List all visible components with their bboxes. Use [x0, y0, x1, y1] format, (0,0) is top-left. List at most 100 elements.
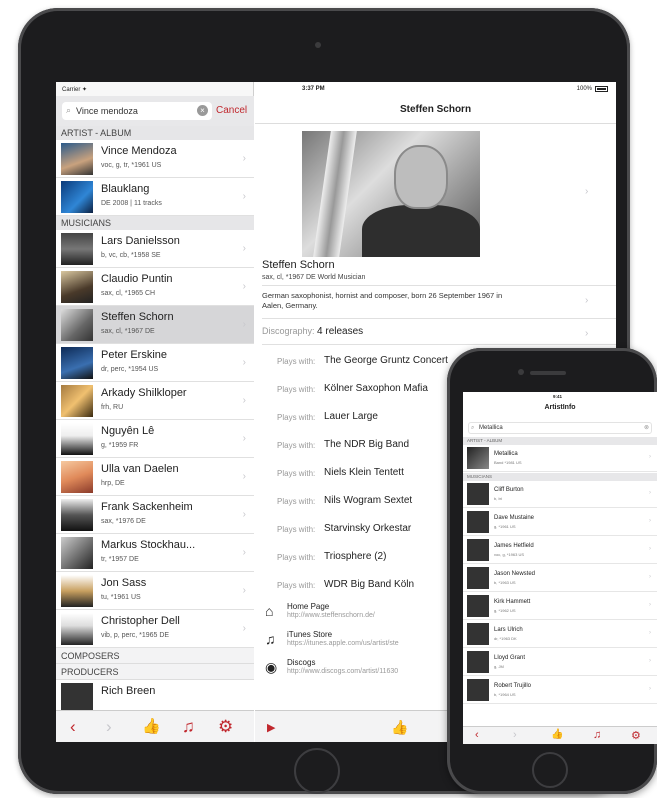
music-button[interactable]: ♫	[593, 729, 601, 741]
settings-button[interactable]: ⚙	[218, 717, 233, 737]
clear-search-icon[interactable]: ⊗	[644, 423, 649, 433]
back-button[interactable]: ‹	[475, 729, 479, 741]
list-item[interactable]: Metallica Band *1981 US ›	[463, 445, 657, 472]
section-header-artist-album: ARTIST - ALBUM	[463, 437, 657, 445]
cancel-button[interactable]: Cancel	[216, 105, 247, 116]
search-icon: ⌕	[66, 105, 72, 115]
search-query: Vince mendoza	[76, 106, 138, 116]
table-row-selected[interactable]: Steffen Schorn sax, cl, *1967 DE ›	[56, 306, 254, 344]
home-icon: ⌂	[265, 603, 274, 619]
list-item[interactable]: Blauklang DE 2008 | 11 tracks ›	[56, 178, 254, 216]
status-bar: 9:41	[463, 392, 657, 402]
artist-details: sax, cl, *1967 DE World Musician	[262, 274, 366, 281]
avatar	[61, 385, 93, 417]
list-item-sub: g, JM	[494, 664, 504, 669]
itunes-icon: ♫	[265, 631, 276, 647]
list-item-sub: tr, *1957 DE	[101, 556, 139, 563]
chevron-right-icon: ›	[242, 623, 246, 634]
table-row[interactable]: Dave Mustaine g, *1961 US ›	[463, 509, 657, 536]
link-title: iTunes Store	[287, 630, 333, 639]
master-pane: Carrier ✦ ⌕ Vince mendoza × Cancel ARTIS…	[56, 82, 254, 742]
list-item-name: Peter Erskine	[101, 349, 168, 361]
table-row[interactable]: James Hetfield voc, g, *1963 US ›	[463, 537, 657, 564]
table-row[interactable]: Robert Trujillo b, *1964 US ›	[463, 677, 657, 704]
status-time: 9:41	[553, 394, 563, 399]
list-item-name: Lars Ulrich	[494, 627, 523, 633]
back-button[interactable]: ‹	[70, 717, 76, 737]
table-row[interactable]: Claudio Puntin sax, cl, *1965 CH ›	[56, 268, 254, 306]
table-row[interactable]: Peter Erskine dr, perc, *1954 US ›	[56, 344, 254, 382]
plays-with-value: The George Gruntz Concert	[324, 355, 448, 366]
play-button[interactable]: ▶	[267, 721, 275, 734]
artist-photo[interactable]	[302, 131, 480, 257]
iphone-device: 9:41 ArtistInfo ⌕ Metallica ⊗ ARTIST - A…	[447, 348, 657, 794]
search-input[interactable]: ⌕ Metallica ⊗	[468, 422, 652, 434]
list-item-name: Ulla van Daelen	[101, 463, 179, 475]
battery-icon	[595, 86, 608, 92]
chevron-right-icon: ›	[649, 602, 651, 608]
plays-with-label: Plays with:	[277, 441, 316, 450]
discography-row[interactable]: Discography: 4 releases	[262, 326, 363, 337]
avatar	[467, 511, 489, 533]
search-input[interactable]: ⌕ Vince mendoza ×	[62, 102, 212, 120]
table-row[interactable]: Markus Stockhau... tr, *1957 DE ›	[56, 534, 254, 572]
table-row[interactable]: Cliff Burton b, bt ›	[463, 481, 657, 508]
table-row[interactable]: Lars Ulrich dr, *1963 DK ›	[463, 621, 657, 648]
link-url: https://itunes.apple.com/us/artist/ste	[287, 640, 399, 647]
add-like-button[interactable]: 👍	[391, 719, 408, 736]
list-item-name: Vince Mendoza	[101, 145, 177, 157]
album-cover	[61, 181, 93, 213]
avatar	[61, 271, 93, 303]
link-title: Home Page	[287, 602, 330, 611]
forward-button[interactable]: ›	[106, 717, 112, 737]
home-button[interactable]	[294, 748, 340, 794]
table-row[interactable]: Ulla van Daelen hrp, DE ›	[56, 458, 254, 496]
music-button[interactable]: ♫	[182, 717, 195, 737]
list-item-name: Jason Newsted	[494, 571, 536, 577]
avatar	[61, 461, 93, 493]
home-button[interactable]	[532, 752, 568, 788]
like-button[interactable]: 👍	[142, 717, 161, 737]
table-row[interactable]: Christopher Dell vib, p, perc, *1965 DE …	[56, 610, 254, 648]
table-row[interactable]: Jason Newsted b, *1963 US ›	[463, 565, 657, 592]
section-header-composers[interactable]: COMPOSERS	[56, 648, 254, 664]
disc-icon: ◉	[265, 659, 278, 675]
table-row[interactable]: Kirk Hammett g, *1962 US ›	[463, 593, 657, 620]
forward-button[interactable]: ›	[513, 729, 517, 741]
table-row[interactable]: Frank Sackenheim sax, *1976 DE ›	[56, 496, 254, 534]
page-title: Steffen Schorn	[399, 104, 472, 115]
list-item-name: Dave Mustaine	[494, 515, 535, 521]
section-header-producers[interactable]: PRODUCERS	[56, 664, 254, 680]
battery-percent: 100%	[576, 86, 592, 92]
table-row[interactable]: Arkady Shilkloper frh, RU ›	[56, 382, 254, 420]
discography-label: Discography:	[262, 326, 315, 336]
chevron-right-icon: ›	[242, 281, 246, 292]
avatar	[61, 613, 93, 645]
table-row[interactable]: Lars Danielsson b, vc, cb, *1958 SE ›	[56, 230, 254, 268]
list-item-sub: dr, *1963 DK	[494, 636, 517, 641]
plays-with-value: Niels Klein Tentett	[324, 467, 404, 478]
chevron-right-icon: ›	[242, 319, 246, 330]
plays-with-value: The NDR Big Band	[324, 439, 410, 450]
list-item[interactable]: Vince Mendoza voc, g, tr, *1961 US ›	[56, 140, 254, 178]
list-item-name: Markus Stockhau...	[101, 539, 196, 551]
table-row[interactable]: Jon Sass tu, *1961 US ›	[56, 572, 254, 610]
chevron-right-icon: ›	[649, 630, 651, 636]
table-row[interactable]: Lloyd Grant g, JM ›	[463, 649, 657, 676]
chevron-right-icon: ›	[242, 547, 246, 558]
page-title: ArtistInfo	[544, 404, 576, 411]
list-item-sub: tu, *1961 US	[101, 594, 141, 601]
avatar	[61, 537, 93, 569]
chevron-right-icon: ›	[242, 395, 246, 406]
list-item-name: James Hetfield	[494, 543, 534, 549]
avatar	[61, 575, 93, 607]
table-row[interactable]: Nguyên Lê g, *1959 FR ›	[56, 420, 254, 458]
list-item-sub: g, *1962 US	[494, 608, 516, 613]
master-toolbar: ‹ › 👍 ♫ ⚙	[56, 710, 254, 742]
clear-search-icon[interactable]: ×	[197, 105, 208, 116]
avatar	[61, 347, 93, 379]
artist-bio[interactable]: German saxophonist, hornist and composer…	[262, 291, 524, 311]
chevron-right-icon: ›	[242, 509, 246, 520]
settings-button[interactable]: ⚙	[631, 729, 641, 742]
like-button[interactable]: 👍	[551, 729, 563, 740]
